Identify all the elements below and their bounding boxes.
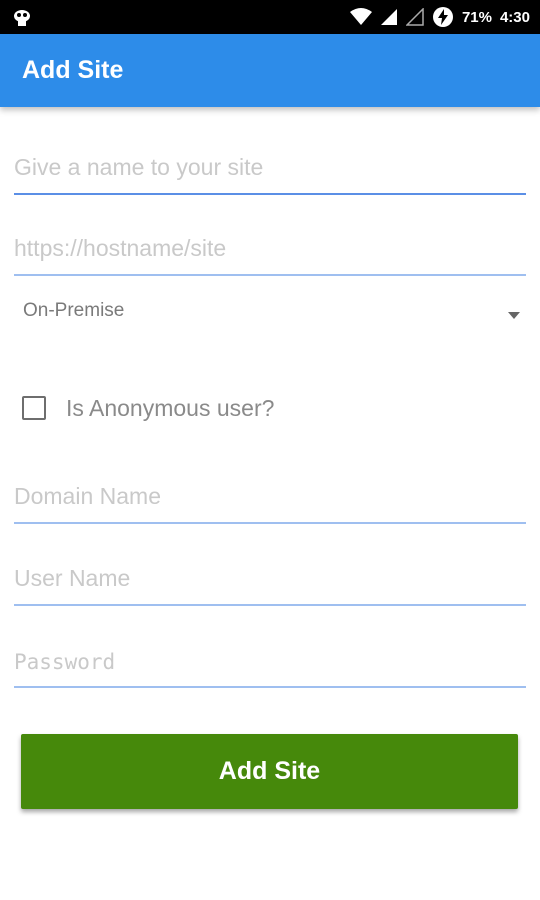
username-field[interactable] [14, 558, 526, 606]
status-bar: 71% 4:30 [0, 0, 540, 34]
site-name-field[interactable] [14, 147, 526, 195]
app-bar: Add Site [0, 34, 540, 107]
no-signal-icon [405, 8, 424, 26]
page-title: Add Site [22, 56, 124, 84]
domain-name-input[interactable] [14, 483, 526, 510]
anonymous-user-checkbox-row[interactable]: Is Anonymous user? [22, 388, 274, 428]
anonymous-user-checkbox[interactable] [22, 396, 46, 420]
domain-field[interactable] [14, 476, 526, 524]
username-input[interactable] [14, 565, 526, 592]
battery-charging-icon [432, 6, 454, 28]
cell-signal-icon [380, 8, 398, 26]
site-url-input[interactable] [14, 235, 526, 262]
password-field[interactable] [14, 640, 526, 688]
battery-percent: 71% [461, 8, 492, 26]
dropdown-arrow-icon [508, 312, 520, 319]
password-input[interactable] [14, 650, 526, 674]
anonymous-user-label: Is Anonymous user? [66, 394, 275, 421]
clock: 4:30 [499, 8, 530, 26]
android-notification-icon [12, 7, 32, 27]
site-url-field[interactable] [14, 228, 526, 276]
add-site-button[interactable]: Add Site [21, 734, 518, 809]
wifi-icon [349, 8, 372, 26]
site-name-input[interactable] [14, 154, 526, 181]
site-type-selected: On-Premise [23, 300, 125, 321]
site-type-dropdown[interactable]: On-Premise [14, 290, 526, 340]
